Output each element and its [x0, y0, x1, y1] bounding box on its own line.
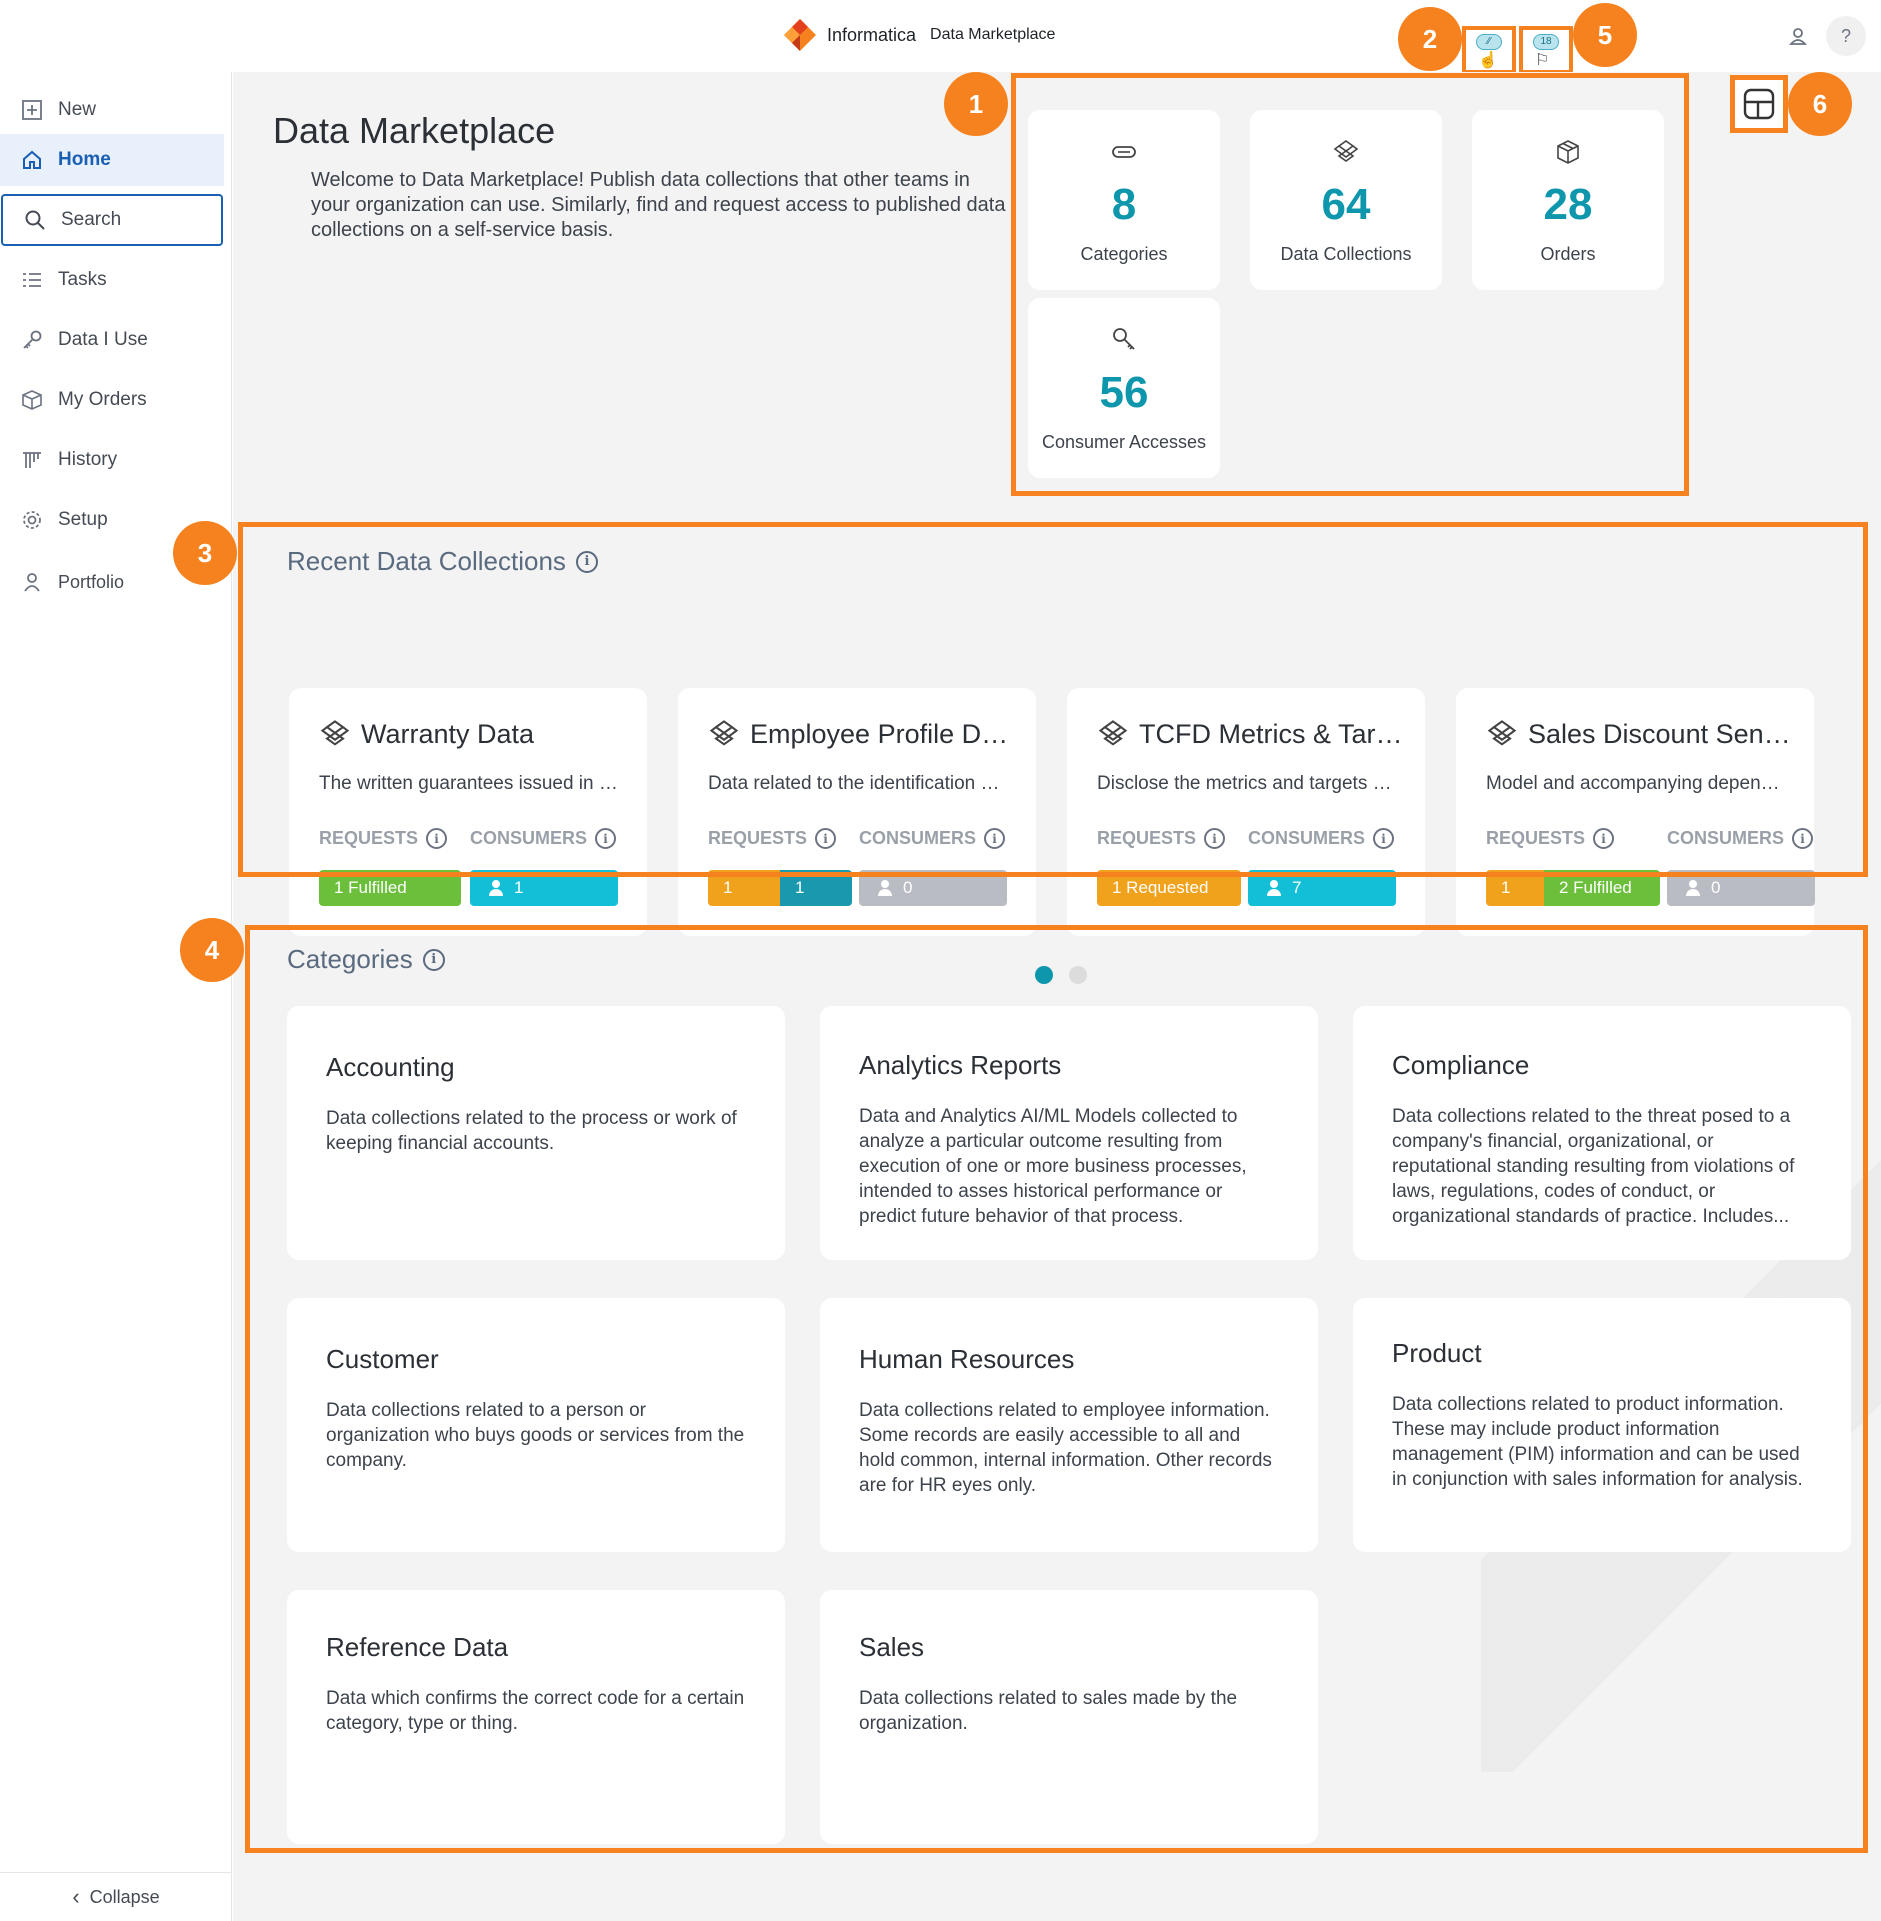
help-button[interactable]: ? [1826, 16, 1866, 56]
box-icon [20, 388, 44, 412]
callout-box-recent-collections [238, 522, 1868, 877]
consumers-count: 0 [903, 878, 913, 897]
sidebar-item-label: History [58, 449, 118, 470]
consumers-count: 7 [1292, 878, 1302, 897]
home-icon [20, 148, 44, 172]
brand-name: Informatica [827, 24, 917, 45]
callout-marker-2: 2 [1398, 7, 1462, 71]
page-title: Data Marketplace [273, 110, 556, 151]
user-icon [1789, 28, 1807, 45]
layout-toggle-button[interactable] [1730, 75, 1788, 133]
key-icon [20, 328, 44, 352]
callout-marker-4: 4 [180, 918, 244, 982]
sidebar-item-home[interactable]: Home [0, 134, 224, 186]
sidebar-item-tasks[interactable]: Tasks [0, 254, 224, 306]
question-icon: ? [1840, 25, 1851, 46]
user-profile-button[interactable] [1778, 16, 1818, 56]
history-icon [20, 448, 44, 472]
hand-pointer-icon: ☝ [1478, 52, 1498, 69]
callout-marker-1: 1 [944, 72, 1008, 136]
notification-badge: ⁄⁄ [1476, 34, 1502, 50]
callout-marker-3: 3 [173, 521, 237, 585]
sidebar-item-label: Portfolio [58, 571, 125, 592]
search-icon [23, 208, 47, 232]
gear-icon [20, 508, 44, 532]
person-icon [1685, 880, 1701, 896]
person-icon [488, 880, 504, 896]
sidebar-item-label: Tasks [58, 269, 107, 290]
sidebar-item-label: Setup [58, 509, 108, 530]
layout-grid-icon [1743, 88, 1775, 120]
sidebar-item-label: Data I Use [58, 329, 148, 350]
callout-marker-5: 5 [1573, 3, 1637, 67]
brand[interactable]: Informatica Data Marketplace [783, 18, 1055, 52]
sidebar-item-label: My Orders [58, 389, 147, 410]
callout-box-categories [245, 925, 1868, 1853]
sidebar: New Home Search Tasks Data I Use My Orde… [0, 72, 232, 1921]
plus-square-icon [20, 98, 44, 122]
collapse-button[interactable]: ‹ Collapse [0, 1872, 232, 1921]
consumers-count: 1 [514, 878, 524, 897]
sidebar-item-my-orders[interactable]: My Orders [0, 374, 224, 426]
collapse-label: Collapse [89, 1886, 160, 1907]
flag-icon: ⚐ [1535, 52, 1550, 69]
chevron-left-icon: ‹ [72, 1884, 80, 1909]
callout-marker-6: 6 [1788, 72, 1852, 136]
tasks-icon [20, 268, 44, 292]
welcome-text: Welcome to Data Marketplace! Publish dat… [311, 169, 1006, 241]
sidebar-item-label: New [58, 99, 97, 120]
notifications-button[interactable]: ⁄⁄ ☝ [1462, 26, 1516, 74]
sidebar-item-search[interactable]: Search [1, 194, 223, 246]
person-icon [877, 880, 893, 896]
sidebar-item-history[interactable]: History [0, 434, 224, 486]
sidebar-item-label: Search [61, 209, 122, 230]
app-name: Data Marketplace [930, 26, 1056, 43]
flags-button[interactable]: 18 ⚐ [1519, 26, 1573, 74]
consumers-count: 0 [1711, 878, 1721, 897]
sidebar-item-label: Home [58, 149, 111, 170]
sidebar-item-data-i-use[interactable]: Data I Use [0, 314, 224, 366]
callout-box-stats [1011, 73, 1689, 496]
informatica-logo-icon [784, 19, 816, 51]
sidebar-item-new[interactable]: New [0, 84, 224, 136]
flag-count-badge: 18 [1533, 34, 1559, 50]
person-icon [1266, 880, 1282, 896]
user-icon [20, 570, 44, 594]
